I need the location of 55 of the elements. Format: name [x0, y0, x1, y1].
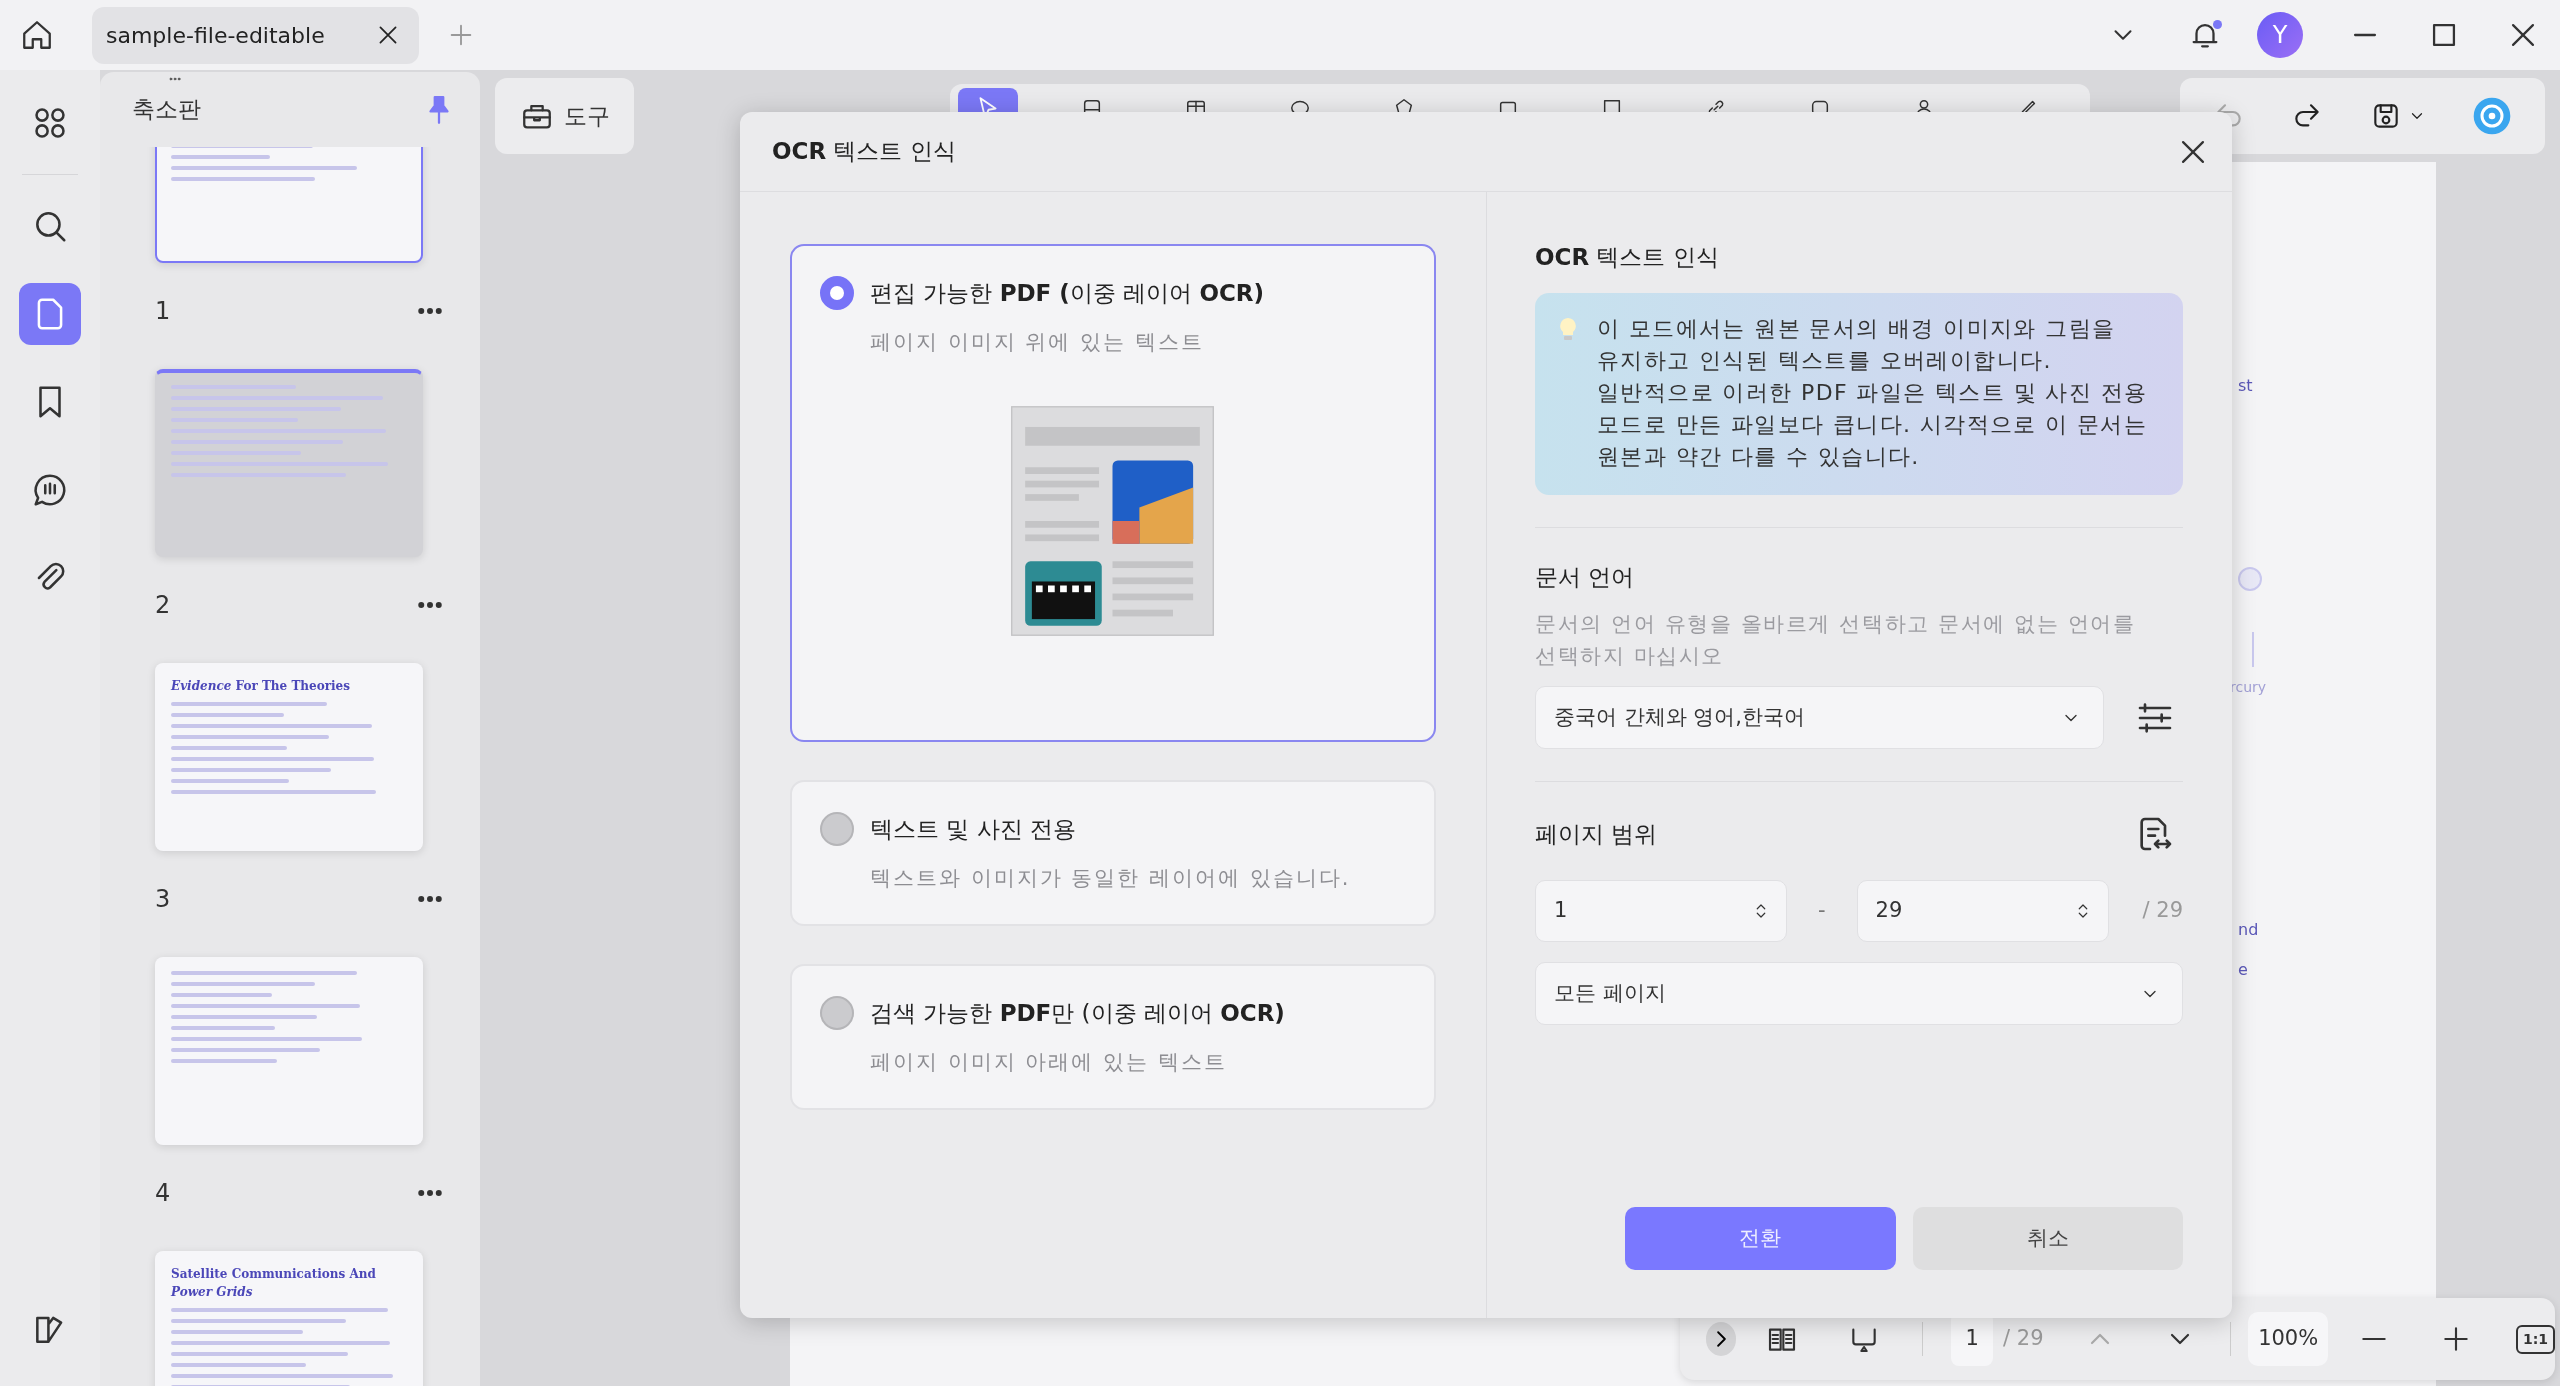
- page-range-dropdown[interactable]: 모든 페이지: [1535, 962, 2183, 1025]
- info-text: 이 모드에서는 원본 문서의 배경 이미지와 그림을 유지하고 인식된 텍스트를 오버레이합니다.: [1597, 314, 2117, 375]
- home-icon[interactable]: [20, 18, 54, 52]
- option-title: 검색 가능한 PDF만 (이중 레이어 OCR): [870, 999, 1285, 1028]
- dialog-title: OCR 텍스트 인식: [772, 137, 956, 167]
- section-heading: 문서 언어: [1535, 562, 1636, 592]
- tab-label: sample-file-editable: [106, 21, 325, 50]
- page-thumbnail[interactable]: [155, 369, 423, 557]
- page-total: / 29: [2003, 1325, 2044, 1353]
- page-number: 3: [155, 884, 171, 915]
- expand-button[interactable]: [1706, 1322, 1737, 1356]
- option-description: 페이지 이미지 위에 있는 텍스트: [870, 328, 1205, 356]
- panel-title: 축소판: [132, 95, 201, 125]
- circle-drawing: [2238, 567, 2262, 591]
- avatar[interactable]: Y: [2257, 12, 2303, 58]
- option-description: 텍스트와 이미지가 동일한 레이어에 있습니다.: [870, 864, 1352, 892]
- radio-button[interactable]: [820, 276, 854, 311]
- page-text: e: [2238, 959, 2248, 981]
- page-thumbnail[interactable]: Evidence For The Theories: [155, 663, 423, 851]
- vertical-line: [2252, 632, 2254, 667]
- assistant-icon[interactable]: [2471, 96, 2512, 136]
- mode-option[interactable]: 편집 가능한 PDF (이중 레이어 OCR) 페이지 이미지 위에 있는 텍스트: [790, 244, 1436, 742]
- zoom-field[interactable]: 100%: [2248, 1312, 2328, 1366]
- option-title: 편집 가능한 PDF (이중 레이어 OCR): [870, 279, 1265, 308]
- option-title: 텍스트 및 사진 전용: [870, 815, 1076, 844]
- cancel-button[interactable]: 취소: [1912, 1207, 2183, 1270]
- mode-option[interactable]: 텍스트 및 사진 전용 텍스트와 이미지가 동일한 레이어에 있습니다.: [790, 780, 1436, 926]
- section-title: OCR 텍스트 인식: [1535, 243, 1720, 272]
- lightbulb-icon: [1557, 316, 1579, 343]
- document-tab[interactable]: sample-file-editable: [92, 6, 419, 64]
- tools-button[interactable]: 도구: [495, 78, 634, 154]
- page-number: 4: [155, 1178, 171, 1209]
- info-text: 일반적으로 이러한 PDF 파일은 텍스트 및 사진 전용 모드로 만든 파일보다 큽니다. 시각적으로 이 문서는 원본과 약간 다를 수 있습니다.: [1597, 378, 2149, 471]
- language-dropdown[interactable]: 중국어 간체와 영어,한국어: [1535, 686, 2104, 749]
- range-dash: -: [1818, 897, 1826, 925]
- hint-text: 문서의 언어 유형을 올바르게 선택하고 문서에 없는 언어를 선택하지 마십시오: [1535, 611, 2137, 670]
- actual-size-button[interactable]: 1:1: [2515, 1324, 2555, 1354]
- number-field[interactable]: 29: [1856, 880, 2109, 942]
- page-number: 1: [155, 296, 171, 327]
- page-number: 2: [155, 590, 171, 621]
- radio-button[interactable]: [820, 996, 854, 1031]
- page-thumbnail[interactable]: [155, 957, 423, 1145]
- page-text: nd: [2238, 919, 2259, 941]
- pages-button[interactable]: [19, 283, 81, 345]
- mode-option[interactable]: 검색 가능한 PDF만 (이중 레이어 OCR) 페이지 이미지 아래에 있는 텍스트: [790, 964, 1436, 1110]
- chevron-right-icon: [1716, 1330, 1726, 1348]
- thumbnail-title: Satellite Communications And Power Grids: [171, 1266, 377, 1301]
- section-heading: 페이지 범위: [1535, 819, 1658, 849]
- page-thumbnail[interactable]: Satellite Communications And Power Grids: [155, 1251, 423, 1386]
- page-text: st: [2238, 375, 2253, 397]
- number-field[interactable]: 1: [1535, 880, 1787, 942]
- thumbnail-title: Evidence For The Theories: [171, 678, 351, 695]
- page-total: / 29: [2142, 897, 2183, 925]
- radio-button[interactable]: [820, 812, 854, 847]
- option-description: 페이지 이미지 아래에 있는 텍스트: [870, 1048, 1228, 1076]
